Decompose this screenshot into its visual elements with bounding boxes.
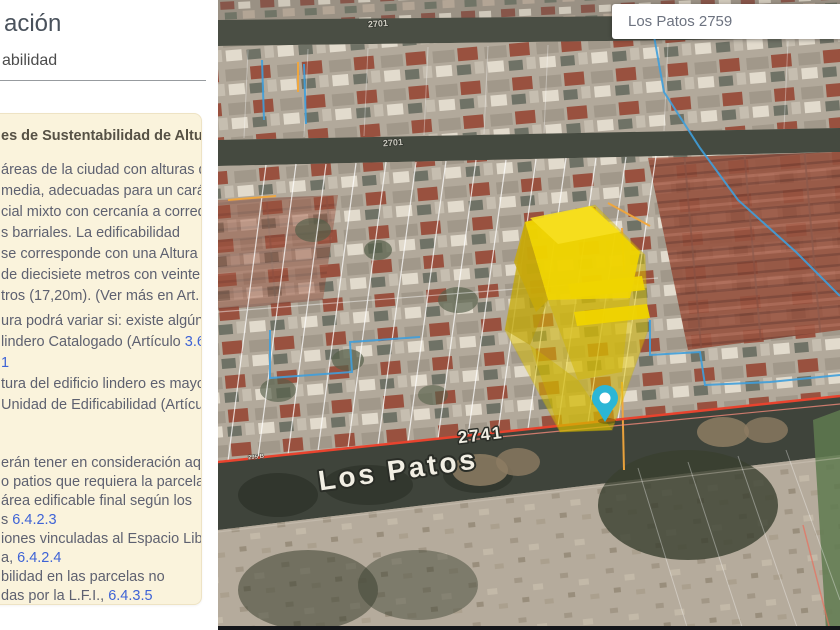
tab-sustentabilidad-fragment[interactable]: abilidad: [2, 52, 57, 70]
sidebar-divider: [0, 80, 206, 81]
panel-text-line: tros (17,20m). (Ver más en Art.: [1, 286, 202, 307]
panel-text-line: media, adecuadas para un carácter: [1, 181, 202, 202]
panel-text: das por la L.F.I.,: [1, 588, 108, 604]
panel-text: a,: [1, 550, 17, 566]
panel-text-line: cial mixto con cercanía a corredores: [1, 202, 202, 223]
panel-paragraph-3: erán tener en consideración aquellos o p…: [1, 454, 202, 605]
map-3d-view[interactable]: 2741 Los Patos 2701 2701 295 B: [218, 0, 840, 630]
map-bottom-edge: [218, 626, 840, 630]
panel-text-line: de diecisiete metros con veinte: [1, 265, 202, 286]
article-link-6-4-3-5[interactable]: 6.4.3.5: [108, 588, 152, 604]
panel-heading: es de Sustentabilidad de Altura: [1, 126, 202, 146]
panel-text-line: bilidad en las parcelas no: [1, 568, 202, 587]
panel-text-line: s barriales. La edificabilidad: [1, 223, 202, 244]
panel-text-line: a, 6.4.2.4: [1, 549, 202, 568]
sustainability-info-panel: es de Sustentabilidad de Altura áreas de…: [0, 113, 202, 605]
address-search-box[interactable]: [612, 4, 840, 39]
page-title-fragment: ación: [4, 10, 61, 38]
parcel-viewer-app: 2741 Los Patos 2701 2701 295 B ación abi…: [0, 0, 840, 630]
panel-text: lindero Catalogado (Artículo: [1, 334, 185, 350]
street-number-faint-top: 2701: [368, 18, 389, 29]
panel-text-line: iones vinculadas al Espacio Libre de: [1, 530, 202, 549]
panel-text-line: lindero Catalogado (Artículo 3.6: [1, 332, 202, 353]
article-link-3-6[interactable]: 3.6: [185, 334, 202, 350]
sidebar: ación abilidad es de Sustentabilidad de …: [0, 0, 218, 630]
panel-text-line: erán tener en consideración aquellos: [1, 454, 202, 473]
address-search-input[interactable]: [612, 4, 838, 39]
panel-text-line: s 6.4.2.3: [1, 511, 202, 530]
panel-text-line: Unidad de Edificabilidad (Artículo: [1, 395, 202, 416]
panel-text-line: se corresponde con una Altura: [1, 244, 202, 265]
panel-text-line: 1: [1, 353, 202, 374]
article-link-6-4-2-3[interactable]: 6.4.2.3: [12, 512, 56, 528]
panel-text: s: [1, 512, 12, 528]
panel-text-line: ura podrá variar si: existe algún: [1, 311, 202, 332]
panel-text-line: tura del edificio lindero es mayor a: [1, 374, 202, 395]
street-number-faint-mid: 2701: [383, 137, 404, 148]
panel-text-line: o patios que requiera la parcela para: [1, 473, 202, 492]
satellite-canvas: 2741 Los Patos 2701 2701 295 B: [218, 0, 840, 630]
panel-text-line: área edificable final según los: [1, 492, 202, 511]
panel-paragraph-1: áreas de la ciudad con alturas de media,…: [1, 160, 202, 307]
panel-text-line: áreas de la ciudad con alturas de: [1, 160, 202, 181]
panel-paragraph-2: ura podrá variar si: existe algún linder…: [1, 311, 202, 416]
article-link-wrap[interactable]: 1: [1, 355, 9, 371]
panel-text-line: das por la L.F.I., 6.4.3.5: [1, 587, 202, 605]
article-link-6-4-2-4[interactable]: 6.4.2.4: [17, 550, 61, 566]
